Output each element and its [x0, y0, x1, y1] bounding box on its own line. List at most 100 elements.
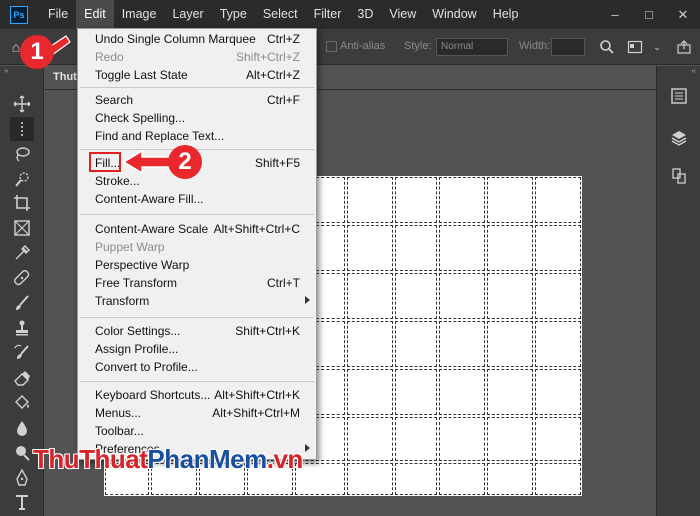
fill-highlight-box — [89, 152, 121, 172]
step-1-badge: 1 — [20, 35, 54, 69]
menu-layer[interactable]: Layer — [164, 0, 211, 29]
marquee-selection-cell — [439, 321, 485, 367]
layers-icon[interactable] — [669, 128, 689, 148]
share-icon[interactable] — [676, 39, 692, 55]
edit-menu-dropdown: Undo Single Column Marquee Ctrl+Z Redo Shif… — [77, 28, 317, 460]
marquee-selection-cell — [347, 369, 393, 415]
eyedropper-icon[interactable] — [10, 241, 34, 265]
menu-window[interactable]: Window — [424, 0, 484, 29]
history-panel-icon[interactable] — [669, 166, 689, 186]
menu-item-transform[interactable]: Transform — [78, 293, 316, 311]
menu-item-check-spelling[interactable]: Check Spelling... — [78, 110, 316, 128]
menu-view[interactable]: View — [381, 0, 424, 29]
properties-icon[interactable] — [669, 86, 689, 106]
workspace-icon[interactable] — [627, 39, 643, 55]
marquee-selection-cell — [487, 369, 533, 415]
frame-tool-icon[interactable] — [10, 216, 34, 240]
brush-tool-icon[interactable] — [10, 291, 34, 315]
watermark-logo: ThuThuatPhanMem.vn — [33, 444, 303, 475]
menu-item-convert-to-profile[interactable]: Convert to Profile... — [78, 359, 316, 377]
width-label: Width: — [519, 40, 551, 52]
menu-item-shortcut: Shift+Ctrl+Z — [235, 50, 300, 64]
menu-item-free-transform[interactable]: Free Transform Ctrl+T — [78, 275, 316, 293]
menu-item-toggle-last-state[interactable]: Toggle Last State Alt+Ctrl+Z — [78, 67, 316, 85]
menu-separator — [80, 87, 314, 88]
menu-item-search[interactable]: Search Ctrl+F — [78, 92, 316, 110]
paint-bucket-icon[interactable] — [10, 391, 34, 415]
menu-item-label: Search — [95, 93, 134, 107]
antialias-label: Anti-alias — [340, 40, 386, 52]
collapse-right-icon[interactable]: « — [692, 66, 696, 75]
menu-item-label: Menus... — [95, 406, 142, 420]
menu-edit[interactable]: Edit — [76, 0, 114, 29]
width-input[interactable] — [551, 38, 585, 56]
dodge-tool-icon[interactable] — [10, 441, 34, 465]
menu-help[interactable]: Help — [485, 0, 527, 29]
marquee-selection-cell — [487, 321, 533, 367]
marquee-selection-cell — [535, 369, 581, 415]
style-select[interactable]: Normal — [436, 38, 508, 56]
menu-item-undo-single-column-marquee[interactable]: Undo Single Column Marquee Ctrl+Z — [78, 31, 316, 49]
step-2-badge: 2 — [168, 145, 202, 179]
submenu-arrow-icon — [305, 296, 310, 304]
menu-item-menus[interactable]: Menus... Alt+Shift+Ctrl+M — [78, 405, 316, 423]
blur-tool-icon[interactable] — [10, 416, 34, 440]
marquee-selection-cell — [347, 177, 393, 223]
search-icon[interactable] — [599, 39, 615, 55]
type-tool-icon[interactable] — [10, 490, 34, 514]
pen-tool-icon[interactable] — [10, 466, 34, 490]
marquee-selection-cell — [487, 177, 533, 223]
single-column-marquee-icon[interactable] — [10, 117, 34, 141]
menu-filter[interactable]: Filter — [306, 0, 350, 29]
marquee-selection-cell — [347, 463, 393, 495]
menu-image[interactable]: Image — [114, 0, 165, 29]
marquee-selection-cell — [395, 463, 437, 495]
history-brush-icon[interactable] — [10, 341, 34, 365]
marquee-selection-cell — [487, 417, 533, 461]
collapse-icon[interactable]: » — [4, 66, 8, 75]
menu-item-shortcut: Alt+Shift+Ctrl+K — [214, 388, 300, 402]
crop-tool-icon[interactable] — [10, 191, 34, 215]
minimize-button[interactable]: – — [598, 0, 632, 29]
lasso-tool-icon[interactable] — [10, 142, 34, 166]
menu-item-shortcut: Shift+F5 — [254, 156, 300, 170]
marquee-selection-cell — [439, 463, 485, 495]
menu-item-find-and-replace-text[interactable]: Find and Replace Text... — [78, 128, 316, 146]
menu-item-keyboard-shortcuts[interactable]: Keyboard Shortcuts... Alt+Shift+Ctrl+K — [78, 387, 316, 405]
menu-item-label: Transform — [95, 294, 150, 308]
menu-item-perspective-warp[interactable]: Perspective Warp — [78, 257, 316, 275]
window-controls: – □ ✕ — [598, 0, 700, 29]
chevron-down-icon[interactable]: ⌄ — [649, 39, 665, 55]
watermark-part-3: .vn — [266, 444, 304, 474]
menu-item-content-aware-fill[interactable]: Content-Aware Fill... — [78, 191, 316, 209]
close-button[interactable]: ✕ — [666, 0, 700, 29]
menu-type[interactable]: Type — [212, 0, 255, 29]
menu-item-shortcut: Alt+Ctrl+Z — [245, 68, 300, 82]
menu-3d[interactable]: 3D — [349, 0, 381, 29]
menu-item-toolbar[interactable]: Toolbar... — [78, 423, 316, 441]
menu-item-color-settings[interactable]: Color Settings... Shift+Ctrl+K — [78, 323, 316, 341]
antialias-checkbox[interactable] — [326, 41, 337, 52]
menu-item-assign-profile[interactable]: Assign Profile... — [78, 341, 316, 359]
marquee-selection-cell — [487, 225, 533, 271]
marquee-selection-cell — [439, 225, 485, 271]
restore-button[interactable]: □ — [632, 0, 666, 29]
menu-item-stroke[interactable]: Stroke... — [78, 173, 316, 191]
menu-item-label: Content-Aware Fill... — [95, 192, 204, 206]
menu-separator — [80, 214, 314, 215]
marquee-selection-cell — [347, 225, 393, 271]
marquee-selection-cell — [395, 321, 437, 367]
move-tool-icon[interactable] — [10, 92, 34, 116]
marquee-selection-cell — [395, 417, 437, 461]
document-tab[interactable]: Thut — [53, 71, 77, 83]
watermark-part-2: PhanMem — [147, 444, 267, 474]
marquee-selection-cell — [439, 273, 485, 319]
clone-stamp-icon[interactable] — [10, 316, 34, 340]
quick-selection-icon[interactable] — [10, 167, 34, 191]
menu-file[interactable]: File — [40, 0, 76, 29]
menu-item-label: Toggle Last State — [95, 68, 188, 82]
menu-select[interactable]: Select — [255, 0, 306, 29]
healing-brush-icon[interactable] — [10, 266, 34, 290]
menu-item-content-aware-scale[interactable]: Content-Aware Scale Alt+Shift+Ctrl+C — [78, 221, 316, 239]
eraser-tool-icon[interactable] — [10, 366, 34, 390]
